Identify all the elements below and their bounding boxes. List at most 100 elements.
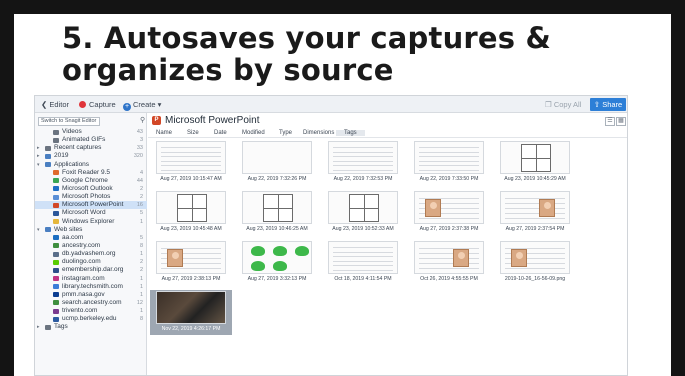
create-button[interactable]: + Create ▾ — [123, 99, 161, 111]
sidebar-item-label: Microsoft Photos — [62, 193, 111, 201]
capture-caption: Aug 23, 2019 10:52:33 AM — [332, 226, 394, 232]
sidebar-item[interactable]: Foxit Reader 9.5 4 — [35, 169, 147, 177]
back-to-editor-button[interactable]: ❮ Editor — [41, 99, 69, 110]
sidebar-item[interactable]: Google Chrome 44 — [35, 177, 147, 185]
capture-thumbnail[interactable] — [500, 191, 570, 224]
capture-item[interactable]: Aug 27, 2019 2:37:54 PM — [494, 190, 576, 235]
sidebar-item[interactable]: pmm.nasa.gov 1 — [35, 291, 147, 299]
copy-all-button[interactable]: ❐ Copy All — [545, 99, 581, 110]
capture-item[interactable]: Aug 27, 2019 10:15:47 AM — [150, 140, 232, 185]
source-icon — [53, 308, 59, 314]
source-icon — [53, 137, 59, 143]
capture-thumbnail[interactable] — [414, 191, 484, 224]
capture-caption: Nov 22, 2019 4:26:17 PM — [161, 326, 221, 332]
list-view-icon[interactable]: ☰ — [605, 117, 615, 126]
source-icon — [53, 300, 59, 306]
sidebar-item[interactable]: ucmp.berkeley.edu 8 — [35, 315, 147, 323]
sidebar-item[interactable]: library.techsmith.com 1 — [35, 283, 147, 291]
capture-item[interactable]: Oct 26, 2019 4:55:55 PM — [408, 240, 490, 285]
sidebar-item-count: 4 — [139, 169, 143, 176]
capture-item[interactable]: 2019-10-26_16-56-09.png — [494, 240, 576, 285]
expand-arrow-icon[interactable]: ▾ — [37, 226, 40, 234]
sidebar-item[interactable]: instagram.com 1 — [35, 275, 147, 283]
sidebar-item-label: Microsoft Word — [62, 209, 106, 217]
capture-item[interactable]: Aug 27, 2019 2:38:13 PM — [150, 240, 232, 285]
capture-thumbnail[interactable] — [414, 241, 484, 274]
column-header-modified[interactable]: Modified — [242, 130, 265, 136]
sidebar-item[interactable]: ▸ Tags — [35, 323, 147, 331]
capture-thumbnail[interactable] — [156, 241, 226, 274]
expand-arrow-icon[interactable]: ▸ — [37, 323, 40, 331]
capture-item[interactable]: Aug 23, 2019 10:46:25 AM — [236, 190, 318, 235]
capture-item[interactable]: Oct 18, 2019 4:11:54 PM — [322, 240, 404, 285]
sidebar-item[interactable]: ▾ Web sites — [35, 226, 147, 234]
sidebar-item[interactable]: ancestry.com 8 — [35, 242, 147, 250]
capture-item[interactable]: Nov 22, 2019 4:26:17 PM — [150, 290, 232, 335]
capture-thumbnail[interactable] — [156, 141, 226, 174]
plus-icon: + — [123, 103, 131, 111]
share-button[interactable]: ⇧ Share — [590, 98, 626, 111]
capture-caption: Aug 27, 2019 2:37:54 PM — [505, 226, 565, 232]
capture-thumbnail[interactable] — [500, 241, 570, 274]
column-header-size[interactable]: Size — [187, 130, 199, 136]
capture-thumbnail[interactable] — [414, 141, 484, 174]
capture-thumbnail[interactable] — [328, 191, 398, 224]
view-toggle: ☰ ▦ — [604, 115, 626, 126]
sidebar-item-label: Foxit Reader 9.5 — [62, 168, 111, 176]
capture-thumbnail[interactable] — [156, 191, 226, 224]
sidebar-item[interactable]: aa.com 5 — [35, 234, 147, 242]
expand-arrow-icon[interactable]: ▾ — [37, 161, 40, 169]
sidebar-item[interactable]: ▸ Recent captures 33 — [35, 144, 147, 152]
capture-thumbnail[interactable] — [242, 191, 312, 224]
switch-to-editor-button[interactable]: Switch to Snagit Editor — [38, 117, 100, 126]
capture-thumbnail[interactable] — [242, 241, 312, 274]
column-header-dimensions[interactable]: Dimensions — [303, 130, 334, 136]
sidebar-item[interactable]: Animated GIFs 3 — [35, 136, 147, 144]
sidebar-item[interactable]: ▸ 2019 320 — [35, 152, 147, 160]
sidebar-item-label: pmm.nasa.gov — [62, 290, 105, 298]
column-header-date[interactable]: Date — [214, 130, 227, 136]
sidebar-item[interactable]: Windows Explorer 1 — [35, 218, 147, 226]
sidebar-item[interactable]: search.ancestry.com 12 — [35, 299, 147, 307]
capture-thumbnail[interactable] — [328, 141, 398, 174]
library-sidebar: Switch to Snagit Editor Videos 43 Animated… — [35, 113, 147, 375]
source-icon — [53, 276, 59, 282]
column-header-name[interactable]: Name — [156, 130, 172, 136]
expand-arrow-icon[interactable]: ▸ — [37, 152, 40, 160]
capture-thumbnail[interactable] — [242, 141, 312, 174]
capture-item[interactable]: Aug 22, 2019 7:33:50 PM — [408, 140, 490, 185]
column-header-type[interactable]: Type — [279, 130, 292, 136]
capture-item[interactable]: Aug 27, 2019 2:37:38 PM — [408, 190, 490, 235]
expand-arrow-icon[interactable]: ▸ — [37, 144, 40, 152]
capture-button[interactable]: Capture — [79, 99, 116, 110]
sidebar-item[interactable]: Microsoft Outlook 2 — [35, 185, 147, 193]
column-header-tags[interactable]: Tags — [336, 129, 365, 136]
capture-thumbnail[interactable] — [328, 241, 398, 274]
sidebar-item[interactable]: emembership.dar.org 2 — [35, 266, 147, 274]
capture-item[interactable]: Aug 27, 2019 3:32:13 PM — [236, 240, 318, 285]
sidebar-item-label: Animated GIFs — [62, 136, 106, 144]
search-icon[interactable]: ⚲ — [140, 116, 148, 124]
sidebar-item[interactable]: duolingo.com 2 — [35, 258, 147, 266]
source-icon — [53, 210, 59, 216]
capture-item[interactable]: Aug 23, 2019 10:45:29 AM — [494, 140, 576, 185]
sidebar-item[interactable]: Microsoft Word 5 — [35, 209, 147, 217]
capture-item[interactable]: Aug 23, 2019 10:52:33 AM — [322, 190, 404, 235]
capture-thumbnail[interactable] — [156, 291, 226, 324]
capture-caption: Aug 27, 2019 2:38:13 PM — [161, 276, 221, 282]
capture-item[interactable]: Aug 22, 2019 7:32:53 PM — [322, 140, 404, 185]
sidebar-item-count: 3 — [139, 137, 143, 144]
sidebar-item[interactable]: db.yadvashem.org 1 — [35, 250, 147, 258]
capture-thumbnail[interactable] — [500, 141, 570, 174]
library-main: ⚲ P Microsoft PowerPoint ☰ ▦ Name Size Date… — [140, 113, 627, 375]
sidebar-item[interactable]: Microsoft Photos 2 — [35, 193, 147, 201]
capture-item[interactable]: Aug 22, 2019 7:32:26 PM — [236, 140, 318, 185]
capture-item[interactable]: Aug 23, 2019 10:45:48 AM — [150, 190, 232, 235]
sidebar-item[interactable]: ▾ Applications — [35, 161, 147, 169]
sidebar-item[interactable]: Videos 43 — [35, 128, 147, 136]
sidebar-item-label: Web sites — [54, 225, 83, 233]
record-icon — [79, 101, 86, 108]
sidebar-item[interactable]: trivento.com 1 — [35, 307, 147, 315]
sidebar-item[interactable]: Microsoft PowerPoint 16 — [35, 201, 147, 210]
grid-view-icon[interactable]: ▦ — [616, 117, 626, 126]
